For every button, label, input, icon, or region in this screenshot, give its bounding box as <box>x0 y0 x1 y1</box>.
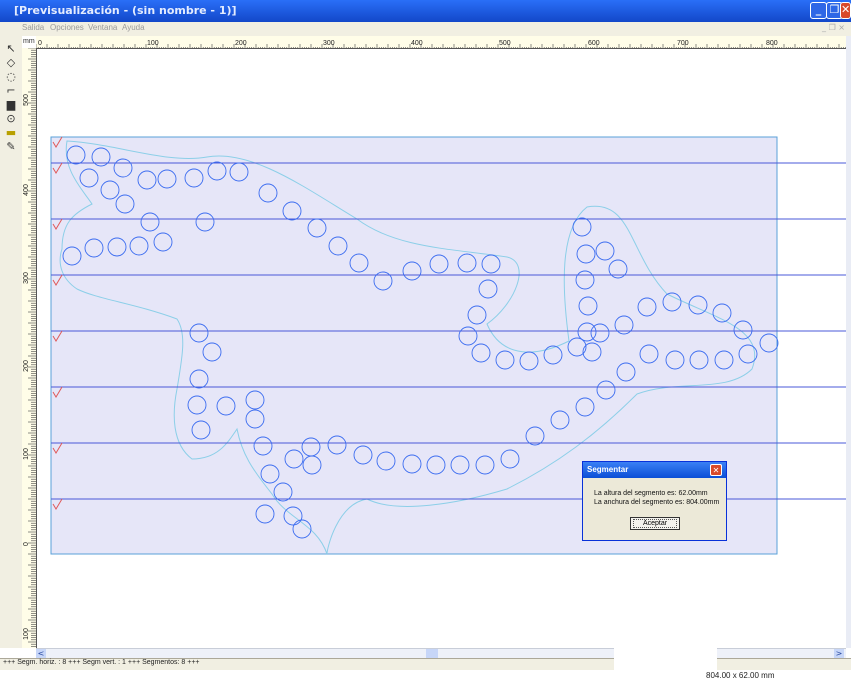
close-button[interactable]: ✕ <box>840 2 851 19</box>
lasso-curve-icon[interactable]: ◌ <box>4 70 18 84</box>
ruler-label: 300 <box>323 40 335 47</box>
window-title: [Previsualización - (sin nombre - 1)] <box>14 4 237 17</box>
dialog-close-icon[interactable]: ✕ <box>710 464 722 476</box>
status-panel <box>614 647 717 671</box>
eyedropper-icon[interactable]: ✎ <box>4 140 18 154</box>
ruler-label: 500 <box>23 94 30 106</box>
ruler-left-svg: 500 400 300 200 100 0 100 <box>23 48 36 647</box>
segment-height-text: La altura del segmento es: 62.00mm <box>594 490 708 497</box>
ruler-label: 400 <box>411 40 423 47</box>
menu-opciones[interactable]: Opciones <box>50 23 84 32</box>
lasso-icon[interactable]: ◇ <box>4 56 18 70</box>
tool-palette: ↖ ◇ ◌ ⌐ ▆ ⊙ ▬ ✎ <box>0 36 22 648</box>
ruler-label: 600 <box>588 40 600 47</box>
menu-ayuda[interactable]: Ayuda <box>122 23 145 32</box>
minimize-button[interactable]: _ <box>810 2 827 19</box>
ruler-label: 700 <box>677 40 689 47</box>
dialog-title: Segmentar <box>587 465 629 474</box>
title-bar: [Previsualización - (sin nombre - 1)] _ … <box>0 0 851 22</box>
ruler-label: 0 <box>38 40 42 47</box>
ruler-label: 800 <box>766 40 778 47</box>
preview-drawing <box>50 136 846 555</box>
ruler-label: 100 <box>23 628 30 640</box>
vertical-scrollbar[interactable] <box>846 36 851 648</box>
ruler-label: 0 <box>23 542 30 546</box>
segment-dialog: Segmentar ✕ La altura del segmento es: 6… <box>582 461 727 541</box>
menu-ventana[interactable]: Ventana <box>88 23 117 32</box>
fill-icon[interactable]: ▆ <box>4 98 18 112</box>
ruler-label: 100 <box>23 448 30 460</box>
ruler-label: 200 <box>235 40 247 47</box>
ruler-top-svg: 0 100 200 300 400 500 600 700 800 <box>36 40 846 48</box>
mdi-controls[interactable]: _ ❐ × <box>822 23 845 32</box>
horizontal-ruler: 0 100 200 300 400 500 600 700 800 <box>36 36 846 49</box>
corner-icon[interactable]: ⌐ <box>4 84 18 98</box>
accept-button[interactable]: Aceptar <box>630 517 680 530</box>
ruler-label: 300 <box>23 272 30 284</box>
preview-canvas[interactable] <box>37 49 846 647</box>
menu-bar: Salida Opciones Ventana Ayuda _ ❐ × <box>0 22 851 36</box>
ruler-label: 200 <box>23 360 30 372</box>
dialog-title-bar: Segmentar ✕ <box>583 462 726 478</box>
menu-salida[interactable]: Salida <box>22 23 44 32</box>
ruler-unit: mm <box>23 38 35 45</box>
segment-width-text: La anchura del segmento es: 804.00mm <box>594 499 720 506</box>
pointer-icon[interactable]: ↖ <box>4 42 18 56</box>
accept-label: Aceptar <box>642 520 668 527</box>
ruler-label: 400 <box>23 184 30 196</box>
ruler-label: 500 <box>499 40 511 47</box>
ruler-icon[interactable]: ▬ <box>4 126 18 140</box>
segment-status: +++ Segm. horiz. : 8 +++ Segm vert. : 1 … <box>3 659 200 666</box>
vertical-ruler: 500 400 300 200 100 0 100 <box>22 48 37 648</box>
status-bar: +++ Segm. horiz. : 8 +++ Segm vert. : 1 … <box>0 647 851 671</box>
zoom-icon[interactable]: ⊙ <box>4 112 18 126</box>
dimensions-readout: 804.00 x 62.00 mm <box>706 671 775 680</box>
ruler-label: 100 <box>147 40 159 47</box>
